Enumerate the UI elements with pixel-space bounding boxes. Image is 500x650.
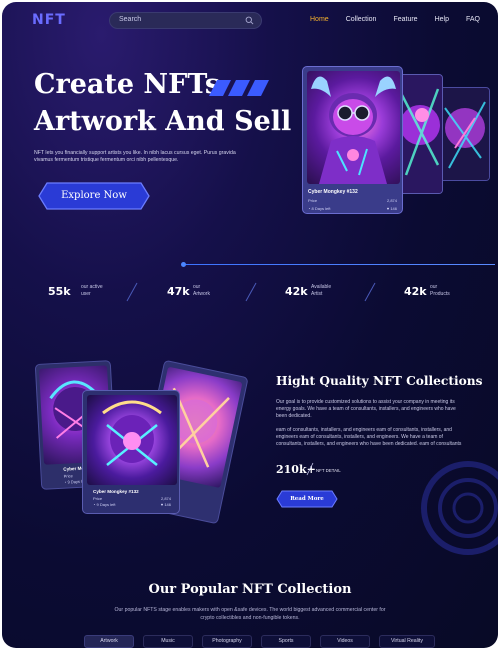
stat-products: 42k our Products bbox=[404, 283, 474, 303]
clock-icon: ◔ bbox=[308, 206, 311, 211]
top-nav: NFT Search Home Collection Feature Help … bbox=[2, 2, 498, 40]
card-price-value: 2,874 bbox=[386, 198, 397, 203]
nft-art-image bbox=[398, 75, 442, 193]
popular-section-title: Our Popular NFT Collection bbox=[148, 582, 352, 597]
card-price-label: Price bbox=[93, 496, 103, 501]
rings-decoration-icon bbox=[421, 461, 498, 555]
nav-link-feature[interactable]: Feature bbox=[393, 16, 417, 23]
nav-link-collection[interactable]: Collection bbox=[346, 16, 377, 23]
stat-divider bbox=[126, 282, 138, 302]
slider-track bbox=[183, 264, 495, 265]
page-frame: NFT Search Home Collection Feature Help … bbox=[2, 2, 498, 648]
stripes-decoration-icon bbox=[209, 80, 269, 96]
stat-active-users: 55k our active user bbox=[48, 283, 118, 303]
popular-section-description: Our popular NFTS stage enables makers wi… bbox=[114, 607, 386, 621]
clock-icon: ◔ bbox=[63, 479, 67, 485]
main-menu: Home Collection Feature Help FAQ bbox=[310, 16, 480, 23]
tab-videos[interactable]: Videos bbox=[320, 635, 370, 648]
nav-link-help[interactable]: Help bbox=[435, 16, 449, 23]
card-likes[interactable]: ♥ 146 bbox=[387, 206, 397, 211]
card-price-value: 2,874 bbox=[160, 496, 171, 501]
stat-value: 47k bbox=[167, 285, 190, 298]
quality-stat-label: NFT DETAIL bbox=[316, 468, 341, 473]
nft-art-image bbox=[87, 395, 177, 485]
tab-virtual-reality[interactable]: Virtual Reality bbox=[379, 635, 435, 648]
hero-description: NFT lets you financially support artists… bbox=[34, 150, 236, 163]
heart-icon: ♥ bbox=[386, 206, 390, 211]
stat-label: Available Artist bbox=[311, 284, 332, 297]
nft-card-middle[interactable] bbox=[397, 74, 443, 194]
stat-label: our active user bbox=[81, 284, 103, 297]
card-title: Cyber Mongkey #132 bbox=[93, 489, 139, 494]
tab-sports[interactable]: Sports bbox=[261, 635, 311, 648]
nav-link-faq[interactable]: FAQ bbox=[466, 16, 480, 23]
search-icon[interactable] bbox=[245, 16, 254, 25]
slash-divider bbox=[306, 462, 314, 476]
read-more-button[interactable]: Read More bbox=[276, 490, 338, 508]
quality-paragraph-2: eam of consultants, installers, and engi… bbox=[276, 427, 462, 447]
stat-artwork: 47k our Artwork bbox=[167, 283, 237, 303]
card-title: Cyber Mongkey #132 bbox=[308, 189, 358, 195]
nav-link-home[interactable]: Home bbox=[310, 16, 329, 23]
stat-divider bbox=[245, 282, 257, 302]
logo[interactable]: NFT bbox=[32, 12, 66, 28]
nft-art-image bbox=[435, 88, 489, 180]
stat-value: 42k bbox=[285, 285, 308, 298]
tab-music[interactable]: Music bbox=[143, 635, 193, 648]
hero-title: Create NFTs Artwork And Sell bbox=[34, 66, 291, 140]
clock-icon: ◔ bbox=[93, 502, 96, 507]
hero-title-line2: Artwork And Sell bbox=[34, 106, 292, 137]
quality-section-title: Hight Quality NFT Collections bbox=[276, 374, 483, 388]
search-input[interactable]: Search bbox=[119, 16, 141, 23]
tab-artwork[interactable]: Artwork bbox=[84, 635, 134, 648]
card-likes[interactable]: ♥ 146 bbox=[161, 502, 171, 507]
card-time-left: ◔ 8 Days left bbox=[308, 206, 331, 211]
category-tabs: Artwork Music Photography Sports Videos … bbox=[84, 635, 435, 648]
card-time-left: ◔ 9 Days left bbox=[93, 502, 116, 507]
explore-now-button[interactable]: Explore Now bbox=[37, 181, 151, 211]
stat-artists: 42k Available Artist bbox=[285, 283, 355, 303]
stat-label: our Artwork bbox=[193, 284, 210, 297]
heart-icon: ♥ bbox=[160, 502, 164, 507]
stat-value: 42k bbox=[404, 285, 427, 298]
stat-label: our Products bbox=[430, 284, 450, 297]
card-price-label: Price bbox=[308, 198, 318, 203]
tab-photography[interactable]: Photography bbox=[202, 635, 252, 648]
slider-handle[interactable] bbox=[181, 262, 186, 267]
search-bar[interactable]: Search bbox=[109, 12, 262, 29]
featured-nft-card[interactable]: Cyber Mongkey #132 Price 2,874 ◔ 8 Days … bbox=[302, 66, 403, 214]
nft-art-image bbox=[307, 71, 400, 184]
card-price-label: Price bbox=[63, 473, 73, 479]
stat-divider bbox=[364, 282, 376, 302]
collection-card-front[interactable]: Cyber Mongkey #132 Price 2,874 ◔ 9 Days … bbox=[82, 390, 180, 514]
quality-paragraph-1: Our goal is to provide customized soluti… bbox=[276, 399, 456, 419]
stat-value: 55k bbox=[48, 285, 71, 298]
